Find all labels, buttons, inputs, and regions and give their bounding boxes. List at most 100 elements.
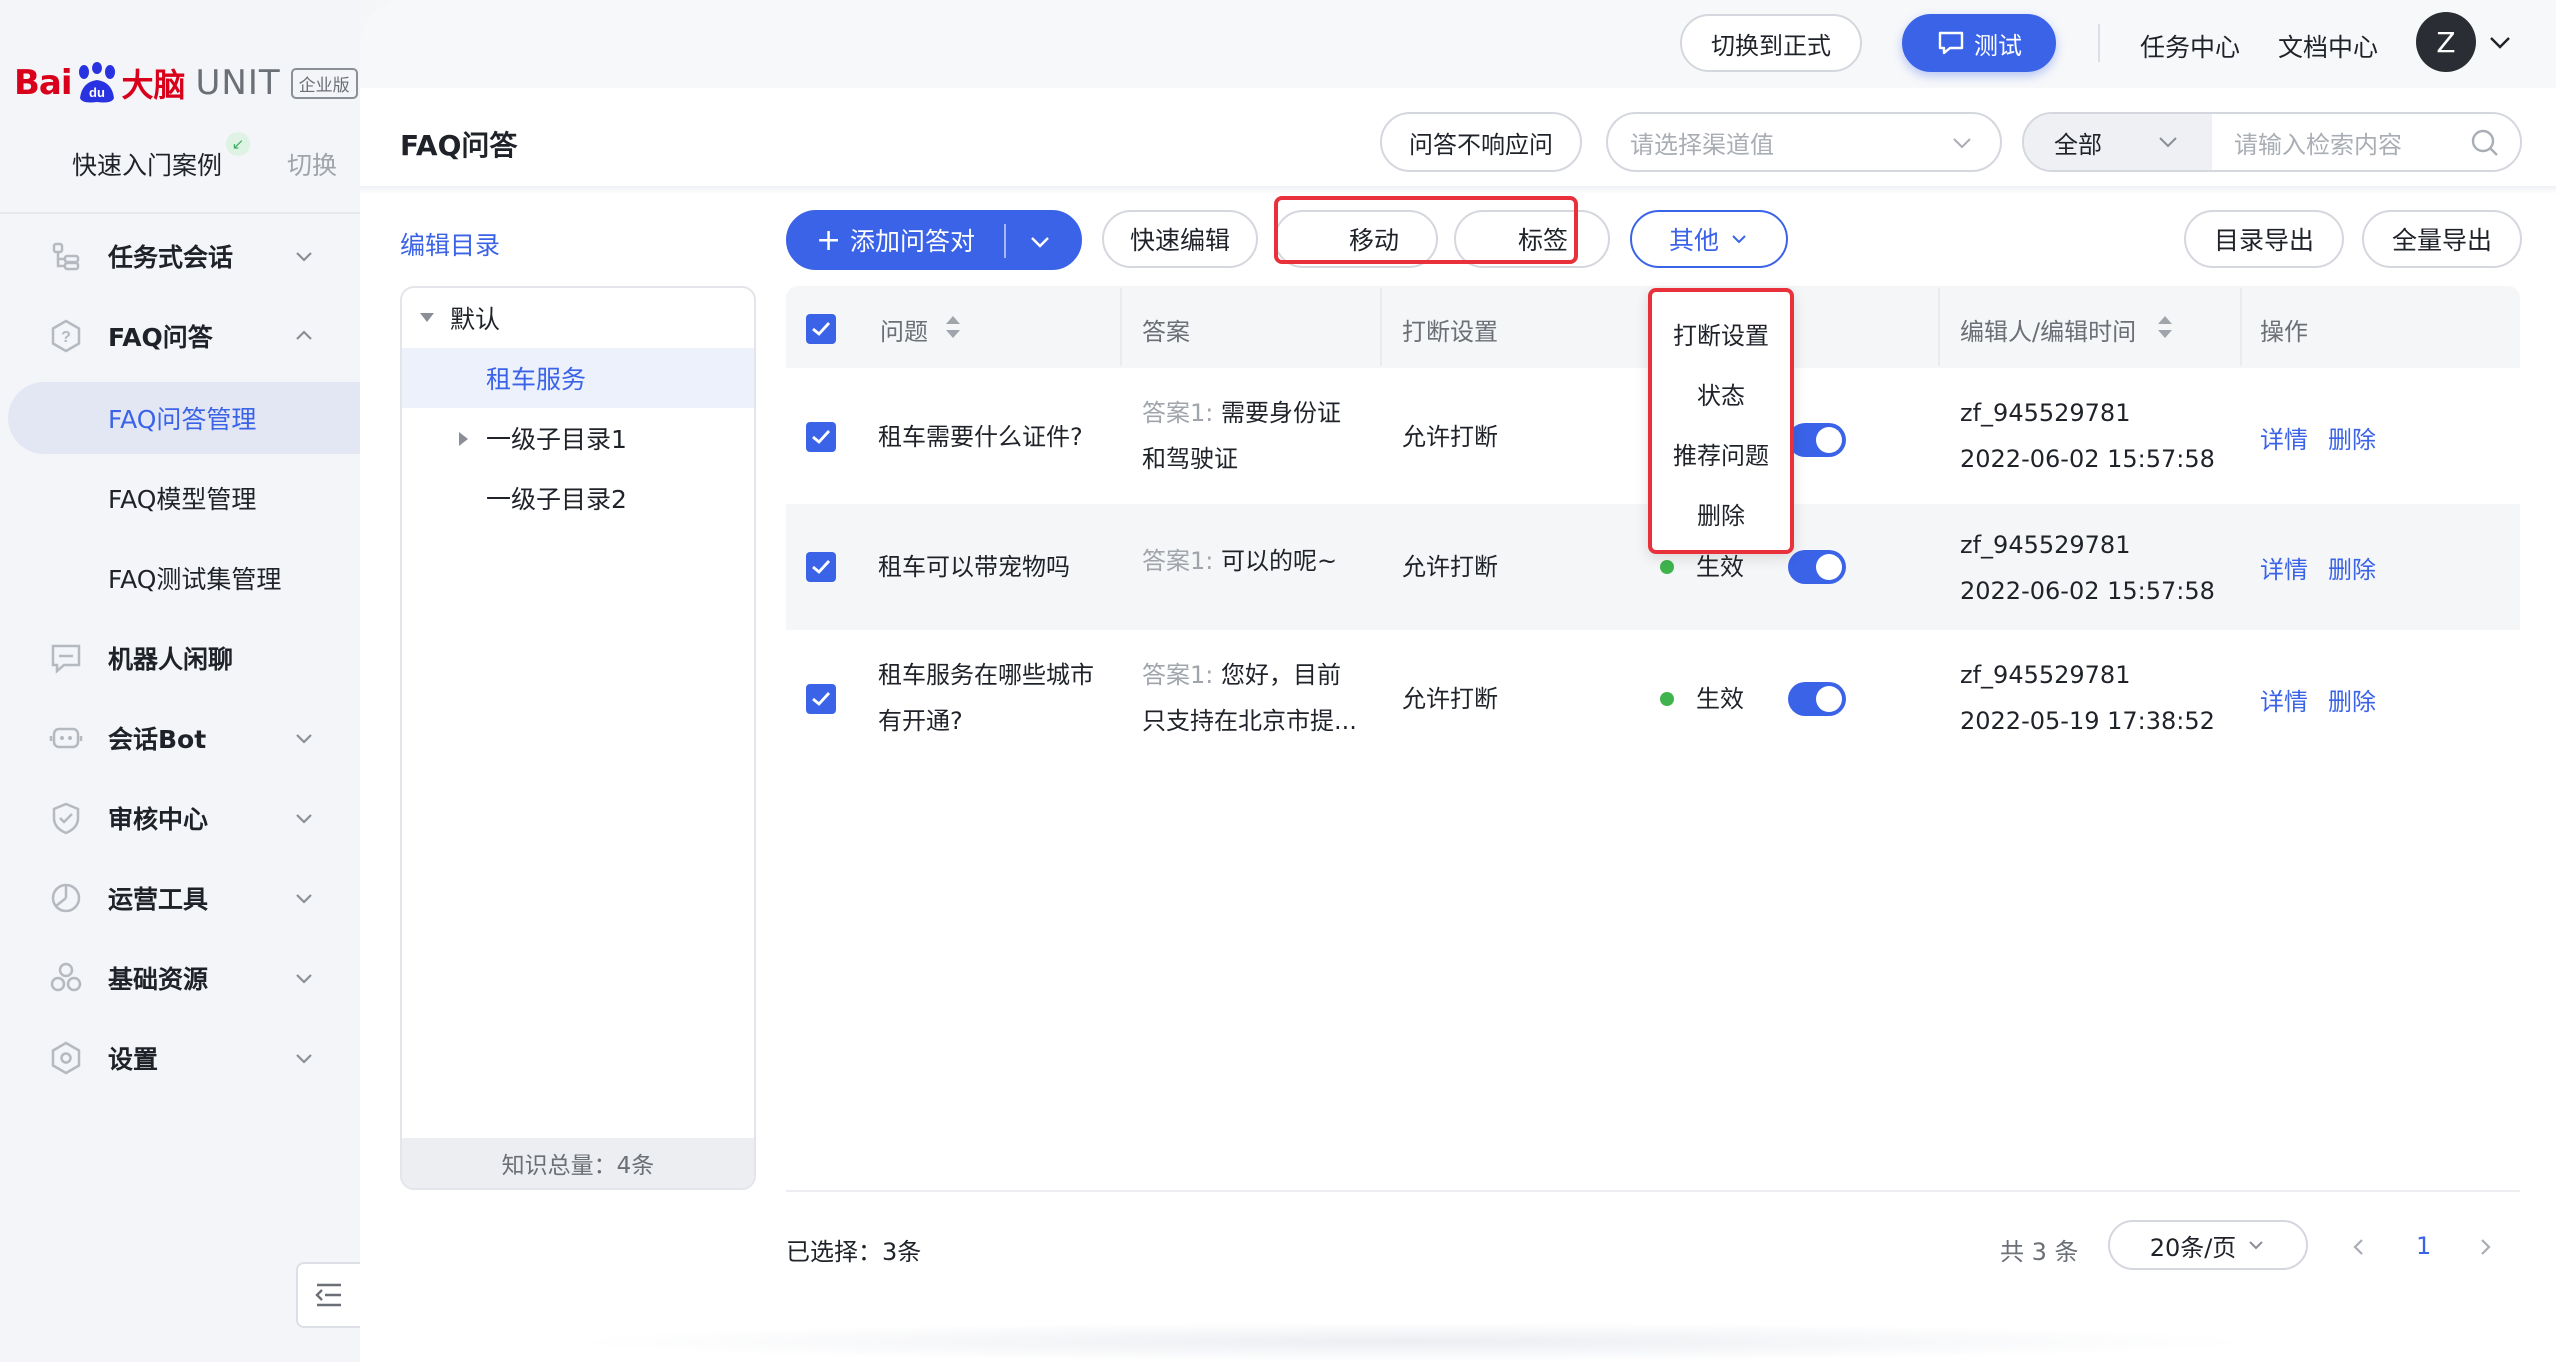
check-icon [812,560,831,574]
sidebar-item-task-dialog[interactable]: 任务式会话 [0,220,360,292]
faq-icon: ? [51,319,81,353]
answer-text: 和驾驶证 [1142,445,1238,473]
channel-select[interactable]: 请选择渠道值 [1606,112,2002,172]
logo-unit: UNIT [195,63,281,103]
page-size-select[interactable]: 20条/页 [2108,1220,2308,1270]
answer-text: 需要身份证 [1221,399,1341,427]
topbar-divider [2098,24,2100,62]
edit-time: 2022-05-19 17:38:52 [1960,707,2215,735]
export-all-button[interactable]: 全量导出 [2362,210,2522,268]
sort-icon[interactable] [944,314,962,340]
add-qa-pair-button[interactable]: + 添加问答对 [786,210,1082,270]
search-input-placeholder: 请输入检索内容 [2234,130,2402,159]
export-directory-label: 目录导出 [2213,226,2314,255]
select-all-checkbox[interactable] [806,314,836,344]
avatar[interactable]: Z [2416,12,2476,72]
switch-project-link[interactable]: 切换 [287,146,337,182]
chat-bubble-icon [1938,31,1964,55]
user-menu-chevron-icon[interactable] [2488,32,2512,54]
chevron-down-icon [296,894,312,904]
collapse-sidebar-button[interactable] [296,1262,360,1328]
chevron-down-icon [1953,138,1971,149]
sidebar-subitem-faq-manage[interactable]: FAQ问答管理 [8,382,360,454]
question-text: 租车需要什么证件? [878,423,1083,451]
menu-item-status[interactable]: 状态 [1652,376,1790,411]
prev-page-icon[interactable] [2348,1236,2370,1258]
col-divider [2240,288,2242,366]
sidebar-item-chitchat[interactable]: 机器人闲聊 [0,622,360,694]
edition-badge: 企业版 [290,67,358,99]
delete-link[interactable]: 删除 [2328,420,2376,455]
delete-link[interactable]: 删除 [2328,682,2376,717]
menu-item-delete[interactable]: 删除 [1652,496,1790,531]
col-question: 问题 [880,318,928,346]
baidu-unit-logo[interactable]: Bai du 大脑 UNIT 企业版 [14,58,358,108]
other-dropdown-button[interactable]: 其他 [1630,210,1788,268]
answer-label: 答案1: [1142,399,1214,427]
chevron-down-icon[interactable] [1028,230,1052,254]
chevron-down-icon [296,252,312,262]
switch-to-production-button[interactable]: 切换到正式 [1680,14,1862,72]
sidebar-item-operation[interactable]: 运营工具 [0,862,360,934]
row-checkbox[interactable] [806,422,836,452]
row-checkbox[interactable] [806,552,836,582]
status-toggle[interactable] [1788,682,1846,716]
interrupt-setting: 允许打断 [1402,423,1498,451]
export-directory-button[interactable]: 目录导出 [2184,210,2344,268]
sort-icon[interactable] [2156,314,2174,340]
sidebar-item-settings[interactable]: 设置 [0,1022,360,1094]
export-all-label: 全量导出 [2391,226,2492,255]
sidebar-item-bot[interactable]: 会话Bot [0,702,360,774]
sidebar-subitem-label: FAQ模型管理 [108,485,257,514]
tree-node-subdir-2[interactable]: 一级子目录2 [402,468,754,528]
search-input[interactable]: 请输入检索内容 [2212,114,2520,170]
sidebar-item-label: 运营工具 [108,885,209,914]
settings-icon [51,1041,81,1075]
sidebar-subitem-faq-model[interactable]: FAQ模型管理 [0,462,360,534]
caret-right-icon[interactable] [456,430,470,448]
tree-node-car-rental[interactable]: 租车服务 [402,348,754,408]
delete-link[interactable]: 删除 [2328,550,2376,585]
operation-icon [51,883,81,913]
detail-link[interactable]: 详情 [2260,420,2308,455]
status-toggle[interactable] [1788,423,1846,457]
bottom-shadow [560,1322,2260,1362]
col-editor: 编辑人/编辑时间 [1960,318,2137,346]
sidebar: Bai du 大脑 UNIT 企业版 快速入门案例 ↙ 切换 任务式会话 ? F… [0,0,360,1362]
row-checkbox[interactable] [806,684,836,714]
chevron-down-icon [2249,1241,2264,1250]
sidebar-item-label: 会话Bot [108,725,207,754]
other-label: 其他 [1668,226,1719,255]
menu-item-recommend-question[interactable]: 推荐问题 [1652,436,1790,471]
sidebar-item-review[interactable]: 审核中心 [0,782,360,854]
detail-link[interactable]: 详情 [2260,682,2308,717]
menu-item-interrupt-setting[interactable]: 打断设置 [1652,316,1790,351]
tree-node-default[interactable]: 默认 [402,288,754,348]
sidebar-subitem-label: FAQ测试集管理 [108,565,282,594]
status-toggle[interactable] [1788,550,1846,584]
doc-center-link[interactable]: 文档中心 [2278,28,2378,64]
current-page[interactable]: 1 [2416,1232,2431,1260]
highlight-box-move-tag [1274,196,1578,264]
sidebar-item-label: 基础资源 [108,965,209,994]
detail-link[interactable]: 详情 [2260,550,2308,585]
test-button[interactable]: 测试 [1902,14,2056,72]
logo-bai: Bai [14,63,73,103]
search-icon[interactable] [2470,128,2500,158]
table-row[interactable]: 租车服务在哪些城市 有开通? 答案1: 您好，目前 只支持在北京市提... 允许… [786,630,2520,766]
scope-select[interactable]: 全部 [2024,114,2212,170]
no-response-question-button[interactable]: 问答不响应问 [1380,112,1582,172]
quick-edit-button[interactable]: 快速编辑 [1102,210,1258,268]
sidebar-subitem-faq-testset[interactable]: FAQ测试集管理 [0,542,360,614]
shield-icon [52,802,80,835]
sidebar-item-faq[interactable]: ? FAQ问答 [0,300,360,372]
next-page-icon[interactable] [2474,1236,2496,1258]
baidu-paw-icon: du [78,62,115,103]
sidebar-item-resource[interactable]: 基础资源 [0,942,360,1014]
edit-directory-link[interactable]: 编辑目录 [400,226,500,262]
task-center-link[interactable]: 任务中心 [2140,28,2240,64]
tree-node-label: 默认 [450,305,501,334]
tree-node-subdir-1[interactable]: 一级子目录1 [402,408,754,468]
interrupt-setting: 允许打断 [1402,553,1498,581]
caret-down-icon[interactable] [418,310,436,326]
